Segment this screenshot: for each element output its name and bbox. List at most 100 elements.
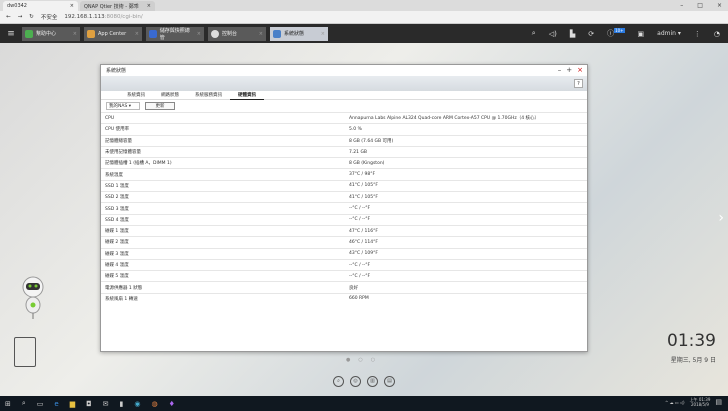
notes-dock-icon[interactable]: ▤: [384, 376, 395, 387]
row-label: 磁碟 4 溫度: [105, 263, 129, 268]
row-label: 磁碟 5 溫度: [105, 274, 129, 280]
close-icon[interactable]: ×: [70, 3, 74, 9]
table-row: CPU Annapurna Labs Alpine AL324 Quad-core…: [101, 112, 587, 123]
row-value: 41°C / 105°F: [349, 183, 378, 189]
row-value: 660 RPM: [349, 296, 369, 302]
nas-select[interactable]: 我的NAS ▾: [106, 102, 140, 110]
user-icon[interactable]: ▣: [638, 30, 645, 38]
row-value: 良好: [349, 285, 358, 291]
speaker-icon[interactable]: ◁): [549, 30, 557, 38]
close-icon[interactable]: ×: [577, 66, 583, 74]
dashboard-icon[interactable]: ◔: [714, 30, 720, 38]
row-value: 8 GB (7.64 GB 可用): [349, 138, 394, 144]
tab-hardware-info[interactable]: 硬體資訊: [230, 91, 264, 100]
start-icon[interactable]: ⊞: [5, 400, 11, 408]
row-value: --°C / --°F: [349, 217, 371, 223]
app-icon[interactable]: ▮: [120, 400, 124, 408]
row-value: 8 GB (Kingston): [349, 160, 385, 166]
row-label: SSD 4 溫度: [105, 217, 129, 223]
sync-icon[interactable]: ⟳: [588, 30, 594, 38]
hardware-table: CPU Annapurna Labs Alpine AL324 Quad-core…: [101, 112, 587, 304]
search-dock-icon[interactable]: ⌕: [333, 376, 344, 387]
next-page-arrow[interactable]: ›: [718, 210, 724, 226]
table-row: SSD 2 溫度 41°C / 105°F: [101, 191, 587, 202]
row-label: 系統溫度: [105, 172, 123, 178]
more-icon[interactable]: ⋮: [694, 30, 701, 38]
minimize-icon[interactable]: –: [680, 2, 683, 9]
tasks-icon[interactable]: ▙: [570, 30, 575, 38]
back-icon[interactable]: ←: [6, 14, 11, 20]
app2-icon[interactable]: ◉: [134, 400, 140, 408]
app-tab[interactable]: 控制台 ×: [208, 26, 266, 41]
table-row: 磁碟 2 溫度 46°C / 114°F: [101, 236, 587, 247]
page-dots[interactable]: ● ○ ○: [346, 357, 375, 363]
tab-network-status[interactable]: 網路狀態: [153, 91, 187, 100]
row-label: 磁碟 1 溫度: [105, 229, 129, 235]
store-icon[interactable]: ◘: [86, 400, 92, 408]
row-value: 37°C / 98°F: [349, 172, 376, 178]
help-button[interactable]: ?: [574, 79, 583, 88]
system-status-icon: [273, 29, 281, 38]
search-icon[interactable]: ⌕: [532, 29, 536, 38]
window-title: 系統狀態: [101, 65, 587, 76]
app-center-icon: [87, 29, 95, 38]
table-row: 記憶體總容量 8 GB (7.64 GB 可用): [101, 134, 587, 146]
maximize-icon[interactable]: □: [697, 2, 703, 9]
app-tab[interactable]: 儲存與快照總管 ×: [146, 26, 204, 41]
table-row: 記憶體插槽 1 (插槽 A，DIMM 1) 8 GB (Kingston): [101, 157, 587, 168]
action-center-icon[interactable]: ▤: [715, 398, 722, 406]
search-icon[interactable]: ⌕: [22, 399, 26, 408]
row-value: 7.21 GB: [349, 149, 368, 155]
row-label: SSD 3 溫度: [105, 206, 129, 212]
row-value: --°C / --°F: [349, 273, 371, 279]
mail-icon[interactable]: ✉: [103, 400, 109, 408]
close-icon[interactable]: ×: [147, 3, 151, 9]
tab-system-info[interactable]: 系統資訊: [119, 91, 153, 100]
row-value: --°C / --°F: [349, 206, 371, 212]
edge-icon[interactable]: e: [54, 400, 58, 408]
resource-dock-icon[interactable]: ▥: [367, 376, 378, 387]
close-window-icon[interactable]: ×: [717, 2, 722, 9]
insecure-label: 不安全: [40, 15, 58, 21]
row-value: 41°C / 105°F: [349, 194, 378, 200]
row-label: 記憶體總容量: [105, 138, 132, 144]
chrome-icon[interactable]: ◍: [152, 400, 158, 408]
table-row: 系統風扇 1 轉速 660 RPM: [101, 292, 587, 304]
trash-icon[interactable]: [14, 337, 36, 367]
forward-icon[interactable]: →: [18, 14, 23, 20]
table-row: 電源供應器 1 狀態 良好: [101, 281, 587, 292]
tray-icons[interactable]: ^ ☁ ▭ ◁): [665, 400, 685, 405]
explorer-icon[interactable]: ▆: [70, 400, 75, 408]
browser-tab[interactable]: dw0342 ×: [3, 1, 78, 11]
browser-tab[interactable]: QNAP Qtier 技術 - 鄭乖 ×: [80, 1, 155, 11]
table-row: SSD 4 溫度 --°C / --°F: [101, 213, 587, 225]
reload-icon[interactable]: ↻: [29, 14, 34, 20]
desktop-clock: 01:39: [667, 331, 716, 351]
maximize-icon[interactable]: +: [566, 66, 572, 74]
monitor-dock-icon[interactable]: ◎: [350, 376, 361, 387]
tab-service-info[interactable]: 系統服務資訊: [187, 91, 230, 100]
menu-icon[interactable]: ≡: [0, 29, 22, 39]
app-tab[interactable]: App Center ×: [84, 26, 142, 41]
row-label: CPU 使用率: [105, 127, 130, 133]
minimize-icon[interactable]: –: [558, 66, 562, 74]
table-row: 磁碟 3 溫度 43°C / 109°F: [101, 247, 587, 259]
app3-icon[interactable]: ♦: [169, 400, 175, 408]
app-tab[interactable]: 幫助中心 ×: [22, 26, 80, 41]
taskbar-date: 2018/5/9: [690, 402, 709, 407]
user-menu[interactable]: admin ▾: [657, 30, 681, 37]
row-label: 未使用記憶體容量: [105, 150, 141, 156]
refresh-button[interactable]: 更新: [145, 102, 175, 110]
qnap-robot-icon[interactable]: [18, 275, 48, 320]
table-row: 未使用記憶體容量 7.21 GB: [101, 145, 587, 157]
storage-icon: [149, 29, 157, 38]
window-tabs: 系統資訊 網路狀態 系統服務資訊 硬體資訊: [101, 91, 587, 100]
row-value: 47°C / 116°F: [349, 228, 378, 234]
row-label: 電源供應器 1 狀態: [105, 285, 143, 291]
system-status-window: 系統狀態 – + × ? 系統資訊 網路狀態 系統服務資訊 硬體資訊 我的NAS ▾…: [100, 64, 588, 352]
notification-icon[interactable]: ⓘ10+: [607, 28, 625, 38]
url-input[interactable]: 192.168.1.113:8080/cgi-bin/: [64, 14, 142, 20]
task-view-icon[interactable]: ▭: [37, 400, 44, 408]
app-tab-active[interactable]: 系統狀態 ×: [270, 26, 328, 41]
table-row: CPU 使用率 5.0 %: [101, 123, 587, 134]
